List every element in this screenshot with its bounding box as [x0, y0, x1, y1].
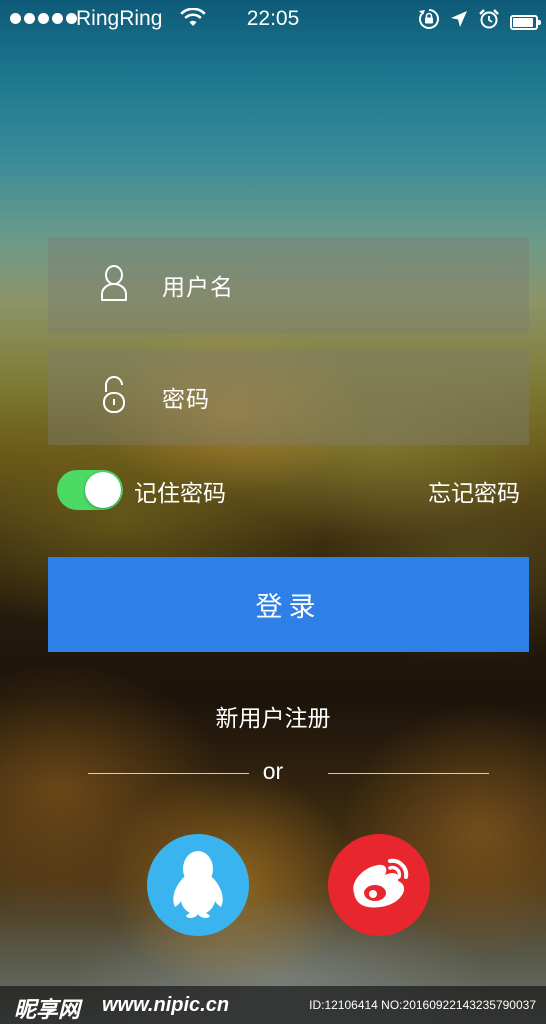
register-link[interactable]: 新用户注册: [0, 699, 546, 733]
qq-login-button[interactable]: [147, 834, 249, 936]
or-label: or: [262, 758, 284, 784]
alarm-icon: [478, 8, 500, 36]
username-placeholder: 用户名: [162, 275, 234, 301]
battery-icon: [510, 14, 541, 30]
rotation-lock-icon: [418, 8, 440, 36]
remember-password-label: 记住密码: [134, 481, 226, 507]
remember-password-toggle[interactable]: [57, 470, 123, 510]
location-arrow-icon: [450, 9, 468, 35]
watermark-id: ID:12106414 NO:20160922143235790037: [309, 998, 536, 1012]
password-field[interactable]: 密码: [48, 349, 529, 445]
watermark-bar: 昵享网 www.nipic.cn ID:12106414 NO:20160922…: [0, 986, 546, 1024]
weibo-icon: [344, 853, 414, 917]
username-field[interactable]: 用户名: [48, 237, 529, 333]
padlock-icon: [102, 376, 126, 418]
watermark-url: www.nipic.cn: [102, 994, 230, 1016]
status-bar: RingRing 22:05: [0, 0, 546, 40]
forgot-password-link[interactable]: 忘记密码: [428, 474, 520, 508]
login-button[interactable]: 登录: [48, 557, 529, 652]
divider-line-right: [328, 773, 489, 774]
weibo-login-button[interactable]: [328, 834, 430, 936]
password-placeholder: 密码: [162, 387, 210, 413]
status-indicators: [418, 8, 541, 36]
watermark-logo: 昵享网: [14, 998, 81, 1023]
user-icon: [100, 264, 128, 306]
toggle-knob: [85, 472, 121, 508]
qq-penguin-icon: [166, 847, 230, 923]
